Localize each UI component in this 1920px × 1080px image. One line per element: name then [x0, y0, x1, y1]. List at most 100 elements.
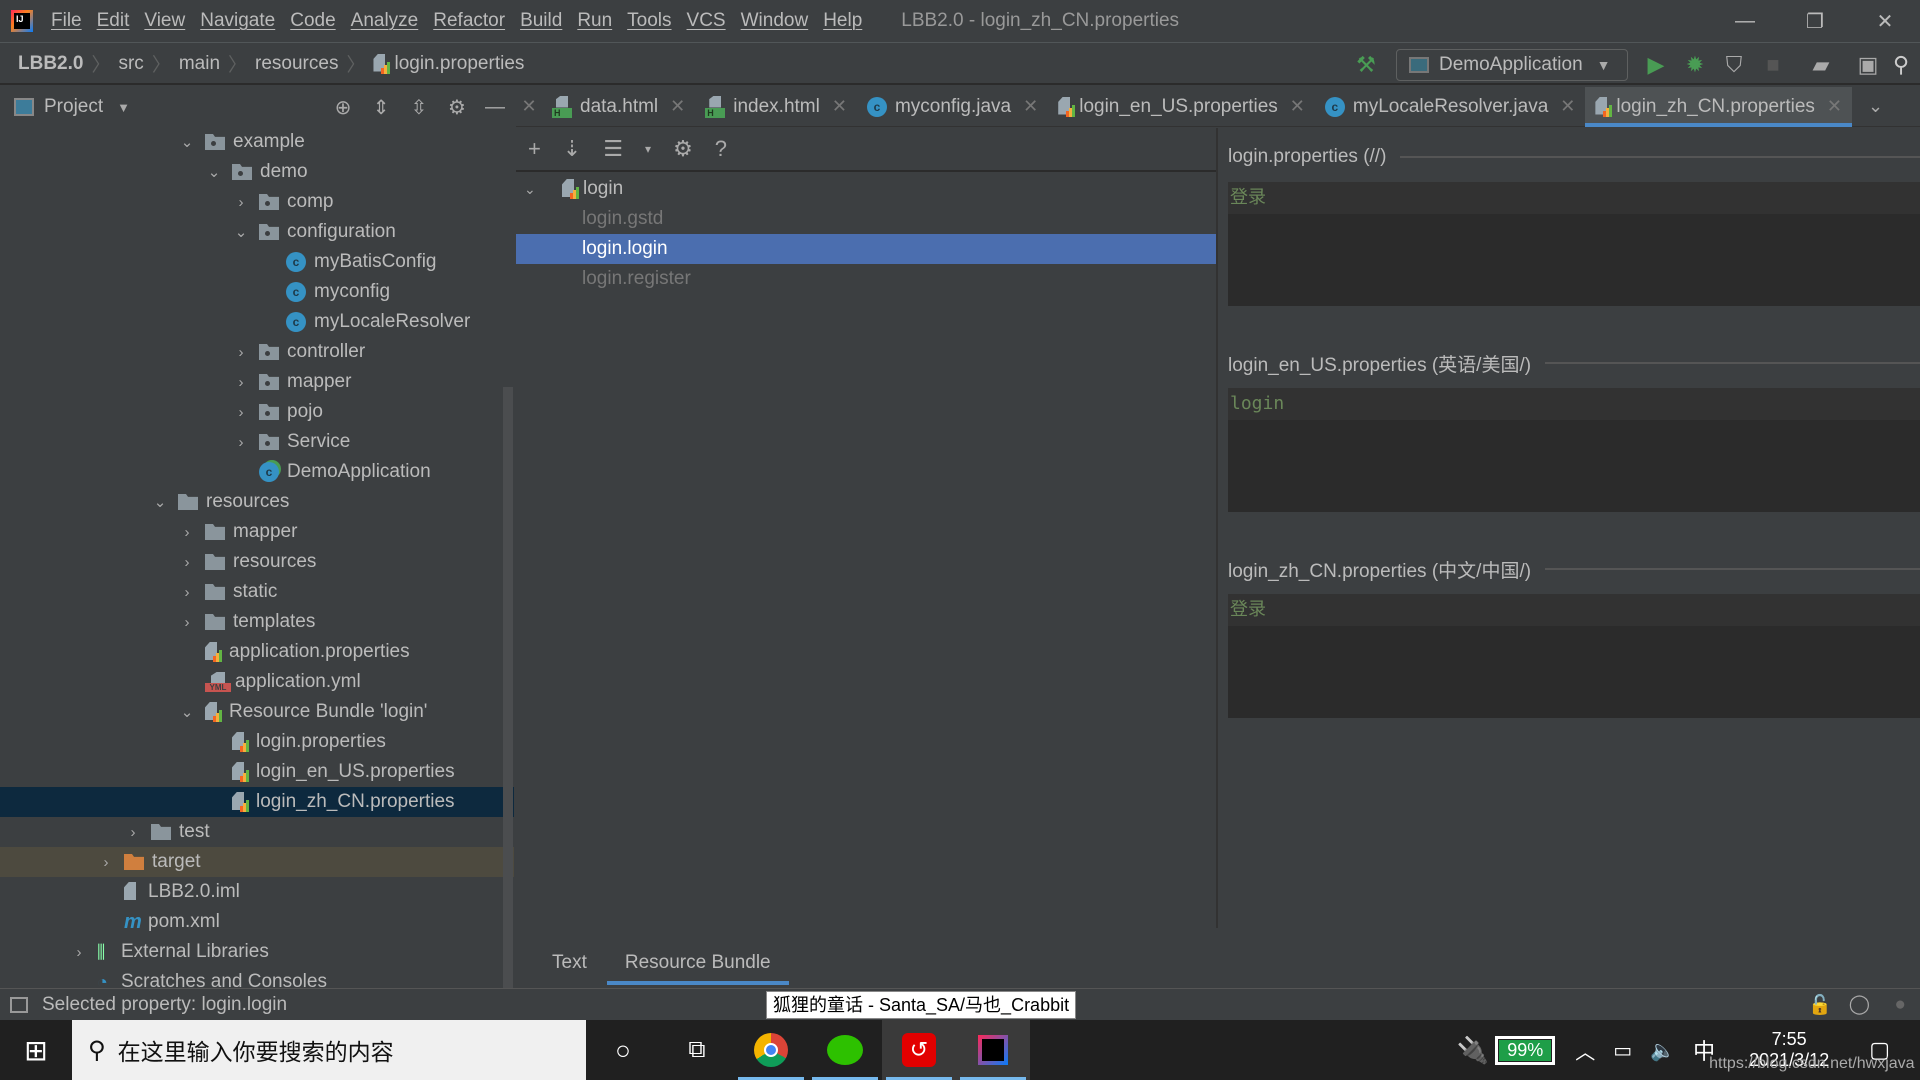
gear-icon[interactable]: ⚙ [438, 95, 476, 120]
tree-item[interactable]: c myLocaleResolver [0, 307, 514, 337]
volume-icon[interactable]: 🔈 [1650, 1038, 1675, 1063]
project-structure-icon[interactable]: ▰ [1808, 52, 1834, 78]
windows-start-icon[interactable]: ⊞ [0, 1020, 72, 1080]
tree-item[interactable]: YML application.yml [0, 667, 514, 697]
chevron-down-icon[interactable]: ⌄ [177, 703, 197, 721]
chevron-right-icon[interactable]: › [231, 404, 251, 421]
tree-item[interactable]: › pojo [0, 397, 514, 427]
breadcrumb-file[interactable]: login.properties [394, 53, 524, 75]
collapse-all-icon[interactable]: ⇳ [400, 95, 438, 120]
battery-indicator[interactable]: 99% [1495, 1035, 1556, 1065]
clock[interactable]: 7:55 2021/3/12 https://blog.csdn.net/hwx… [1709, 1029, 1914, 1072]
tabs-overflow-chevron-icon[interactable]: ⌄ [1868, 96, 1883, 117]
cortana-icon[interactable]: ○ [586, 1020, 660, 1080]
chevron-right-icon[interactable]: › [177, 524, 197, 541]
group-by-prefix-icon[interactable]: ☰ [603, 136, 623, 162]
stop-icon[interactable]: ■ [1760, 52, 1786, 78]
chevron-right-icon[interactable]: › [69, 944, 89, 961]
property-key-item[interactable]: login.register [516, 264, 1216, 294]
chevron-down-icon[interactable]: ⌄ [524, 181, 546, 198]
close-tab-icon[interactable]: ✕ [1023, 96, 1038, 117]
close-tab-icon[interactable]: ✕ [1560, 96, 1575, 117]
dropdown-arrow-icon[interactable]: ▾ [645, 142, 651, 156]
menu-view[interactable]: View [144, 10, 185, 32]
chevron-right-icon[interactable]: › [231, 344, 251, 361]
notification-icon[interactable]: ◯ [1849, 993, 1870, 1016]
show-hidden-icons-chevron[interactable]: ︿ [1575, 1036, 1595, 1065]
tree-item[interactable]: › mapper [0, 367, 514, 397]
add-property-icon[interactable]: + [528, 136, 541, 162]
close-icon[interactable]: ✕ [516, 96, 542, 117]
tree-item[interactable]: c DemoApplication [0, 457, 514, 487]
tab-login-en-us[interactable]: login_en_US.properties ✕ [1048, 87, 1315, 127]
tool-windows-icon[interactable] [10, 996, 28, 1013]
close-tab-icon[interactable]: ✕ [670, 96, 685, 117]
intellij-app-icon[interactable] [956, 1020, 1030, 1080]
tree-item[interactable]: › controller [0, 337, 514, 367]
menu-vcs[interactable]: VCS [687, 10, 726, 32]
menu-run[interactable]: Run [577, 10, 612, 32]
property-value[interactable]: 登录 [1228, 594, 1920, 626]
terminal-icon[interactable]: ▣ [1855, 52, 1881, 78]
tree-item[interactable]: c myBatisConfig [0, 247, 514, 277]
tree-item[interactable]: login_en_US.properties [0, 757, 514, 787]
close-tab-icon[interactable]: ✕ [1827, 96, 1842, 117]
tab-resource-bundle[interactable]: Resource Bundle [606, 940, 789, 985]
breadcrumb-src[interactable]: src [118, 53, 143, 75]
lock-icon[interactable]: 🔓 [1808, 993, 1832, 1017]
tree-item[interactable]: › Service [0, 427, 514, 457]
tree-item[interactable]: c myconfig [0, 277, 514, 307]
expand-all-icon[interactable]: ⇕ [362, 95, 400, 120]
property-value-editor[interactable]: 登录 [1228, 182, 1920, 306]
tree-item[interactable]: › static [0, 577, 514, 607]
chevron-down-icon[interactable]: ⌄ [150, 493, 170, 511]
chevron-right-icon[interactable]: › [177, 584, 197, 601]
close-button[interactable]: ✕ [1850, 0, 1920, 43]
tree-item[interactable]: › ⫼ External Libraries [0, 937, 514, 967]
tree-item[interactable]: application.properties [0, 637, 514, 667]
tree-item[interactable]: › target [0, 847, 514, 877]
help-icon[interactable]: ? [715, 136, 727, 162]
debug-icon[interactable]: ✹ [1682, 52, 1708, 78]
chevron-right-icon[interactable]: › [96, 854, 116, 871]
tab-index-html[interactable]: H index.html ✕ [695, 87, 857, 127]
restore-button[interactable]: ❐ [1780, 0, 1850, 43]
hide-panel-icon[interactable]: — [476, 96, 514, 119]
tree-item[interactable]: login_zh_CN.properties [0, 787, 514, 817]
menu-analyze[interactable]: Analyze [351, 10, 419, 32]
coverage-icon[interactable]: ⛉ [1721, 52, 1747, 78]
chevron-right-icon[interactable]: › [123, 824, 143, 841]
chevron-right-icon[interactable]: › [177, 554, 197, 571]
event-log-icon[interactable]: ● [1895, 994, 1906, 1016]
close-tab-icon[interactable]: ✕ [832, 96, 847, 117]
menu-navigate[interactable]: Navigate [200, 10, 275, 32]
run-icon[interactable]: ▶ [1643, 52, 1669, 78]
menu-help[interactable]: Help [823, 10, 862, 32]
tree-item[interactable]: › test [0, 817, 514, 847]
tree-item[interactable]: LBB2.0.iml [0, 877, 514, 907]
chevron-right-icon[interactable]: › [231, 434, 251, 451]
tree-item[interactable]: › resources [0, 547, 514, 577]
tree-item[interactable]: ⌄ resources [0, 487, 514, 517]
property-value-editor[interactable]: login [1228, 388, 1920, 512]
property-key-item-selected[interactable]: login.login [516, 234, 1216, 264]
tree-item[interactable]: ⌄ configuration [0, 217, 514, 247]
taskbar-search-input[interactable]: ⚲ 在这里输入你要搜索的内容 [72, 1020, 586, 1080]
menu-tools[interactable]: Tools [627, 10, 671, 32]
chevron-down-icon[interactable]: ⌄ [204, 163, 224, 181]
tab-text[interactable]: Text [552, 940, 587, 985]
menu-refactor[interactable]: Refactor [433, 10, 505, 32]
tree-item[interactable]: ⌄ Resource Bundle 'login' [0, 697, 514, 727]
property-value-editor[interactable]: 登录 [1228, 594, 1920, 718]
menu-file[interactable]: File [51, 10, 82, 32]
locate-file-icon[interactable]: ⊕ [324, 95, 362, 120]
chevron-down-icon[interactable]: ⌄ [231, 223, 251, 241]
menu-code[interactable]: Code [290, 10, 335, 32]
tree-item[interactable]: login.properties [0, 727, 514, 757]
tab-mylocaleresolver-java[interactable]: c myLocaleResolver.java ✕ [1315, 87, 1585, 127]
tree-item[interactable]: ⌄ example [0, 127, 514, 157]
project-view-selector[interactable]: Project [44, 96, 103, 118]
property-value[interactable]: login [1228, 388, 1920, 420]
breadcrumb-project[interactable]: LBB2.0 [18, 53, 83, 75]
battery-icon[interactable]: ▭ [1613, 1038, 1632, 1063]
